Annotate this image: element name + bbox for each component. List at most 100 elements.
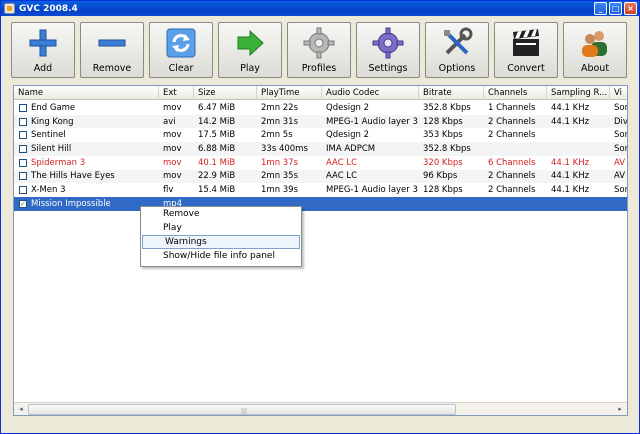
app-icon: [4, 3, 15, 14]
maximize-button[interactable]: □: [609, 2, 622, 15]
title-bar[interactable]: GVC 2008.4 _ □ ×: [1, 1, 639, 16]
table-row[interactable]: End Game mov 6.47 MiB 2mn 22s Qdesign 2 …: [14, 101, 627, 115]
cell-ext: flv: [163, 185, 174, 196]
table-row[interactable]: King Kong avi 14.2 MiB 2mn 31s MPEG-1 Au…: [14, 114, 627, 129]
add-label: Add: [33, 63, 53, 74]
cell-ext: mov: [163, 143, 182, 154]
convert-button[interactable]: Convert: [494, 22, 558, 78]
list-header: Name Ext Size PlayTime Audio Codec Bitra…: [14, 86, 627, 100]
table-row[interactable]: Sentinel mov 17.5 MiB 2mn 5s Qdesign 2 3…: [14, 128, 628, 142]
row-checkbox[interactable]: [19, 172, 27, 181]
cell-bitrate: 352.8 Kbps: [423, 102, 471, 113]
cell-ext: mov: [163, 157, 182, 168]
row-checkbox[interactable]: [19, 158, 27, 167]
cell-audio-codec: AAC LC: [326, 171, 358, 182]
cell-size: 40.1 MiB: [198, 157, 236, 168]
options-label: Options: [438, 63, 476, 74]
cell-name: X-Men 3: [31, 185, 66, 196]
cell-channels: 2 Channels: [488, 116, 536, 127]
cell-audio-codec: Qdesign 2: [326, 130, 369, 141]
cell-sampling-rate: 44.1 KHz: [551, 171, 590, 182]
minimize-button[interactable]: _: [594, 2, 607, 15]
cell-size: 6.47 MiB: [198, 102, 236, 113]
cell-size: 14.2 MiB: [198, 116, 236, 127]
column-header-sampling-rate[interactable]: Sampling R...: [547, 86, 610, 100]
refresh-icon: [164, 26, 198, 60]
plus-icon: [26, 26, 60, 60]
cell-playtime: 2mn 31s: [261, 116, 299, 127]
column-header-bitrate[interactable]: Bitrate: [419, 86, 484, 100]
table-row[interactable]: The Hills Have Eyes mov 22.9 MiB 2mn 35s…: [14, 169, 627, 184]
table-row[interactable]: Spiderman 3 mov 40.1 MiB 1mn 37s AAC LC …: [14, 156, 627, 170]
cell-audio-codec: AAC LC: [326, 157, 358, 168]
settings-gear-icon: [371, 26, 405, 60]
profiles-button[interactable]: Profiles: [287, 22, 351, 78]
clear-label: Clear: [168, 63, 194, 74]
cell-channels: 2 Channels: [488, 171, 536, 182]
column-header-video[interactable]: Vi: [610, 86, 627, 100]
row-checkbox[interactable]: [19, 131, 27, 140]
add-button[interactable]: Add: [11, 22, 75, 78]
table-row[interactable]: X-Men 3 flv 15.4 MiB 1mn 39s MPEG-1 Audi…: [14, 183, 628, 197]
cell-ext: mov: [163, 171, 182, 182]
cell-bitrate: 96 Kbps: [423, 171, 458, 182]
menu-item-show-hide-file-info[interactable]: Show/Hide file info panel: [141, 249, 301, 263]
row-checkbox[interactable]: [19, 144, 27, 153]
table-row[interactable]: Silent Hill mov 6.88 MiB 33s 400ms IMA A…: [14, 142, 627, 156]
toolbar: Add Remove Clear Play Profiles Settings …: [11, 22, 632, 78]
row-checkbox[interactable]: [19, 199, 27, 208]
app-window: GVC 2008.4 _ □ × Add Remove Clear Play P…: [0, 0, 640, 434]
row-checkbox[interactable]: [19, 186, 27, 195]
options-button[interactable]: Options: [425, 22, 489, 78]
cell-name: King Kong: [31, 116, 74, 127]
cell-playtime: 1mn 39s: [261, 185, 299, 196]
context-menu: Remove Play Warnings Show/Hide file info…: [140, 206, 302, 267]
cell-ext: mov: [163, 102, 182, 113]
horizontal-scrollbar[interactable]: ◂ ||| ▸: [14, 402, 627, 415]
column-header-size[interactable]: Size: [194, 86, 257, 100]
column-header-playtime[interactable]: PlayTime: [257, 86, 322, 100]
cell-video: Sor: [614, 130, 628, 141]
column-header-audio-codec[interactable]: Audio Codec: [322, 86, 419, 100]
cell-size: 6.88 MiB: [198, 143, 236, 154]
table-row-selected[interactable]: Mission Impossible mp4: [14, 197, 627, 211]
cell-channels: 2 Channels: [488, 185, 536, 196]
column-header-name[interactable]: Name: [14, 86, 159, 100]
clapperboard-icon: [509, 26, 543, 60]
cell-channels: 2 Channels: [488, 130, 536, 141]
row-checkbox[interactable]: [19, 103, 27, 112]
menu-item-warnings[interactable]: Warnings: [142, 235, 300, 249]
column-header-ext[interactable]: Ext: [159, 86, 194, 100]
remove-button[interactable]: Remove: [80, 22, 144, 78]
column-header-channels[interactable]: Channels: [484, 86, 547, 100]
cell-bitrate: 128 Kbps: [423, 116, 463, 127]
cell-video: Sor: [614, 185, 628, 196]
cell-playtime: 33s 400ms: [261, 143, 308, 154]
scrollbar-thumb[interactable]: |||: [28, 404, 456, 415]
cell-bitrate: 128 Kbps: [423, 185, 463, 196]
menu-item-play[interactable]: Play: [141, 221, 301, 235]
file-list[interactable]: Name Ext Size PlayTime Audio Codec Bitra…: [13, 85, 628, 416]
settings-button[interactable]: Settings: [356, 22, 420, 78]
tools-icon: [440, 26, 474, 60]
play-button[interactable]: Play: [218, 22, 282, 78]
remove-label: Remove: [92, 63, 132, 74]
scroll-right-arrow-icon[interactable]: ▸: [614, 404, 626, 415]
scroll-left-arrow-icon[interactable]: ◂: [15, 404, 27, 415]
cell-bitrate: 320 Kbps: [423, 157, 463, 168]
menu-item-remove[interactable]: Remove: [141, 207, 301, 221]
cell-size: 15.4 MiB: [198, 185, 236, 196]
cell-name: End Game: [31, 102, 76, 113]
play-arrow-icon: [233, 26, 267, 60]
cell-video: AV: [614, 157, 626, 168]
clear-button[interactable]: Clear: [149, 22, 213, 78]
row-checkbox[interactable]: [19, 117, 27, 126]
close-button[interactable]: ×: [624, 2, 637, 15]
cell-name: The Hills Have Eyes: [31, 171, 115, 182]
cell-ext: mov: [163, 130, 182, 141]
about-button[interactable]: About: [563, 22, 627, 78]
cell-playtime: 2mn 35s: [261, 171, 299, 182]
cell-video: AV: [614, 171, 626, 182]
cell-name: Silent Hill: [31, 143, 72, 154]
cell-audio-codec: IMA ADPCM: [326, 143, 376, 154]
